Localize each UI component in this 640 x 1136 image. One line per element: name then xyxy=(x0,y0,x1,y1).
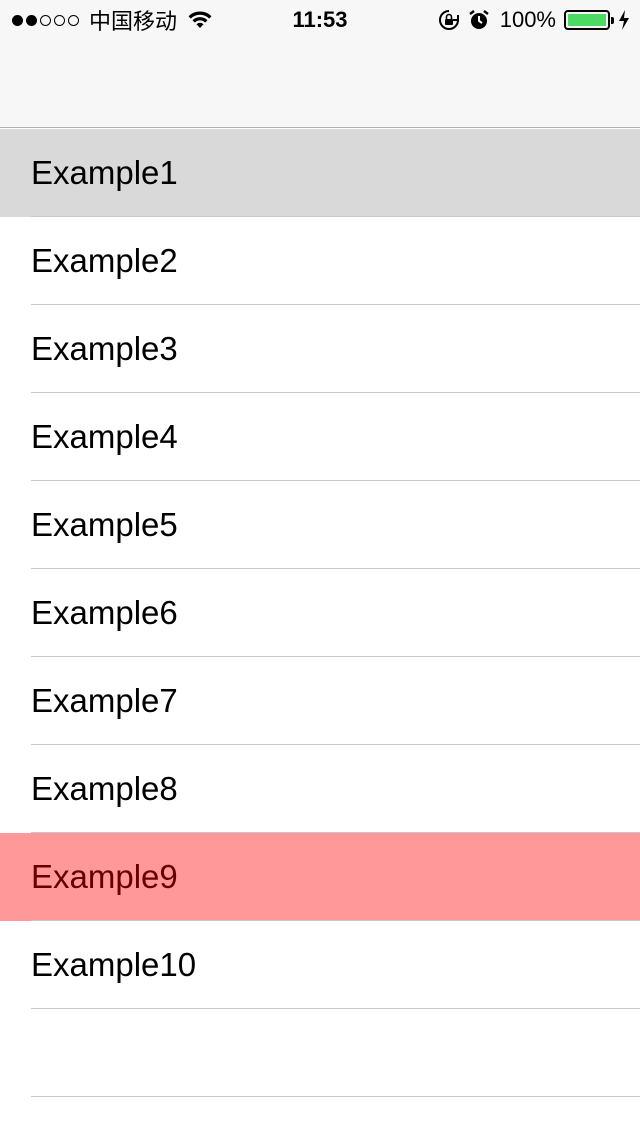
list-item-label: Example4 xyxy=(31,418,178,455)
battery-icon xyxy=(564,10,614,30)
table-view[interactable]: Example1 Example2 Example3 Example4 Exam… xyxy=(0,129,640,1097)
list-item-example8[interactable]: Example8 xyxy=(0,745,640,833)
list-item-example7[interactable]: Example7 xyxy=(0,657,640,745)
battery-percentage: 100% xyxy=(499,7,556,32)
list-item-example6[interactable]: Example6 xyxy=(0,569,640,657)
list-item-example5[interactable]: Example5 xyxy=(0,481,640,569)
list-item-example10[interactable]: Example10 xyxy=(0,921,640,1009)
list-item-label: Example10 xyxy=(31,946,197,983)
list-item-label: Example1 xyxy=(31,154,178,191)
list-item-label: Example5 xyxy=(31,506,178,543)
list-item-label: Example8 xyxy=(31,770,178,807)
list-item-example4[interactable]: Example4 xyxy=(0,393,640,481)
empty-row xyxy=(0,1009,640,1097)
alarm-clock-icon xyxy=(468,10,489,29)
list-item-label: Example2 xyxy=(31,242,178,279)
status-right: 100% xyxy=(438,0,630,40)
battery-fill xyxy=(568,14,606,26)
charging-bolt-icon xyxy=(619,10,629,30)
list-item-example9[interactable]: Example9 xyxy=(0,833,640,921)
status-bar: 中国移动 11:53 100% xyxy=(0,0,640,40)
list-item-label: Example6 xyxy=(31,594,178,631)
list-item-label: Example3 xyxy=(31,330,178,367)
battery-tip xyxy=(611,17,614,24)
list-item-example3[interactable]: Example3 xyxy=(0,305,640,393)
list-item-example1[interactable]: Example1 xyxy=(0,129,640,217)
list-item-label: Example7 xyxy=(31,682,178,719)
orientation-lock-icon xyxy=(438,10,459,30)
navigation-bar: 中国移动 11:53 100% xyxy=(0,0,640,128)
list-item-label: Example9 xyxy=(31,858,178,895)
list-item-example2[interactable]: Example2 xyxy=(0,217,640,305)
